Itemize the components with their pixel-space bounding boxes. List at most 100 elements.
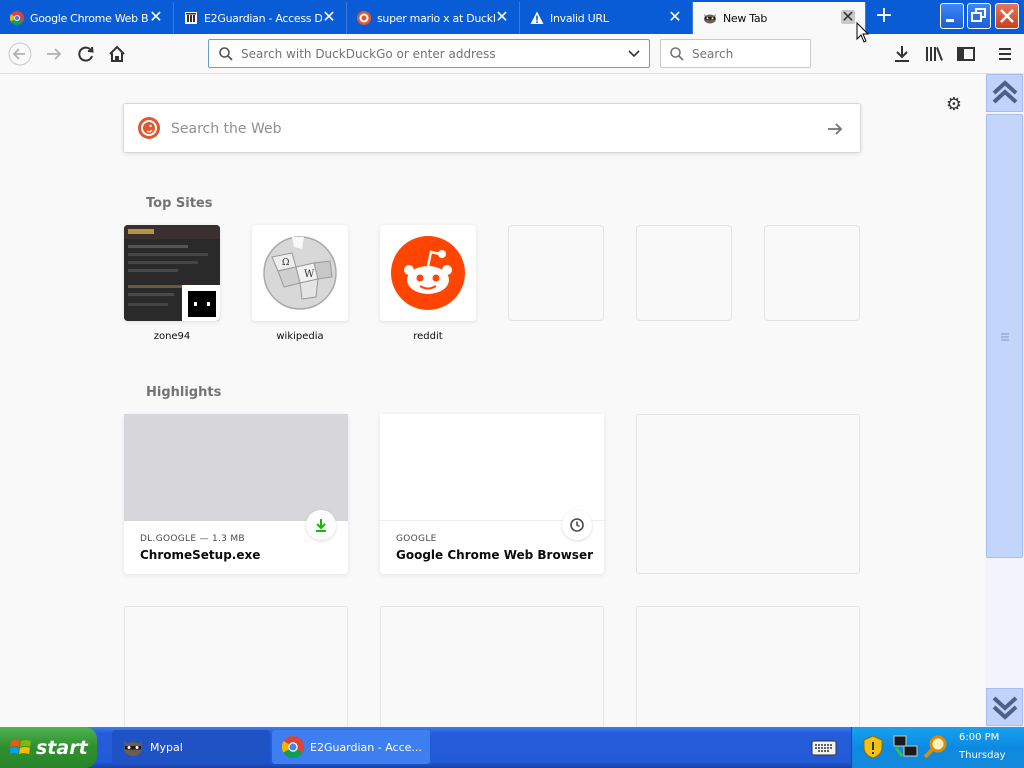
top-site-reddit[interactable] [380,225,476,321]
maximize-button[interactable] [967,3,991,29]
clock-day: Thursday [959,750,1006,761]
scroll-down-button[interactable] [986,688,1023,726]
chrome-icon [10,11,24,25]
downloads-button[interactable] [890,42,914,66]
restore-icon [971,8,986,22]
close-tab-icon[interactable]: ✕ [668,9,682,25]
tab-chrome-web-browser[interactable]: Google Chrome Web Bro ✕ [0,2,174,34]
start-button[interactable]: start [0,727,97,768]
double-chevron-down-icon [992,696,1017,720]
top-site-placeholder [764,225,860,321]
minimize-icon [946,19,954,22]
navigation-toolbar [0,34,1024,74]
clock-icon [570,518,584,532]
minimize-button[interactable] [940,3,964,29]
reload-icon [78,46,94,62]
new-tab-button[interactable]: + [873,5,895,27]
network-computers-icon[interactable] [892,734,920,760]
top-site-label: wikipedia [276,331,324,342]
web-search-input[interactable] [171,119,771,139]
web-search-box[interactable] [123,103,861,153]
taskbar-item-label: E2Guardian - Acce... [310,740,422,754]
home-button[interactable] [105,42,129,66]
highlight-placeholder [380,606,604,727]
close-icon [1000,9,1014,23]
window-close-button[interactable] [995,3,1019,29]
top-sites-heading: Top Sites [146,196,213,211]
mouse-cursor-icon [856,22,870,43]
duckduckgo-icon [357,11,371,25]
raccoon-icon [704,14,716,24]
security-shield-icon[interactable] [862,735,884,759]
back-button[interactable] [8,42,32,66]
top-site-wikipedia[interactable]: Ω W [252,225,348,321]
highlight-card-google-chrome[interactable]: GOOGLE Google Chrome Web Browser [380,414,604,574]
warning-icon [530,11,544,24]
sidebar-button[interactable] [954,42,978,66]
menu-button[interactable] [993,42,1017,66]
history-badge [562,510,592,540]
svg-text:W: W [304,269,315,280]
system-tray: 6:00 PM Thursday [851,727,1024,768]
highlight-preview [380,414,604,521]
taskbar-item-mypal[interactable]: Mypal [112,730,270,764]
zone94-thumbnail-icon [124,225,220,321]
tab-e2guardian[interactable]: E2Guardian - Access Den ✕ [174,2,347,34]
search-bar[interactable] [660,39,811,68]
home-icon [109,45,125,62]
close-tab-icon[interactable]: ✕ [322,9,336,25]
highlight-placeholder [636,606,860,727]
scroll-up-button[interactable] [986,74,1023,112]
tab-strip: Google Chrome Web Bro ✕ E2Guardian - Acc… [0,0,1024,34]
tab-new-tab[interactable]: New Tab ✕ [693,2,866,34]
windows-taskbar: start Mypal E2Guardian - Acce... 6:00 PM… [0,727,1024,768]
building-icon [185,12,197,24]
taskbar-item-label: Mypal [150,740,183,754]
top-site-placeholder [636,225,732,321]
highlight-card-chromesetup[interactable]: DL.GOOGLE — 1.3 MB ChromeSetup.exe [124,414,348,574]
top-site-zone94[interactable] [124,225,220,321]
forward-arrow-icon [47,48,62,60]
reload-button[interactable] [74,42,98,66]
highlight-placeholder [636,414,860,574]
chevron-down-icon[interactable] [627,47,641,61]
wikipedia-globe-icon: Ω W [263,236,337,310]
tab-duckduckgo-search[interactable]: super mario x at DuckDu ✕ [347,2,520,34]
search-input[interactable] [692,46,802,62]
highlight-title: Google Chrome Web Browser [396,548,593,562]
new-tab-page: ⚙ Top Sites zone94 [0,74,985,727]
tab-title: New Tab [723,11,768,25]
chrome-icon [282,736,304,758]
start-label: start [36,736,88,759]
search-icon [670,47,684,61]
hamburger-menu-icon [999,48,1011,60]
reddit-icon [391,236,465,310]
tab-invalid-url[interactable]: Invalid URL ✕ [520,2,693,34]
forward-button[interactable] [42,42,66,66]
taskbar-item-e2guardian[interactable]: E2Guardian - Acce... [272,730,430,764]
highlight-preview [124,414,348,521]
settings-gear-icon[interactable]: ⚙ [944,94,964,115]
highlight-source: GOOGLE [396,534,437,544]
raccoon-icon [124,740,142,756]
top-site-label: zone94 [153,331,191,342]
arrow-right-icon[interactable] [826,120,844,138]
close-tab-icon[interactable]: ✕ [495,9,509,25]
tab-title: Invalid URL [550,11,609,25]
sidebar-icon [957,47,975,61]
scroll-thumb[interactable] [986,114,1023,558]
top-site-label: reddit [413,331,443,342]
download-icon [895,46,909,62]
address-bar[interactable] [208,39,650,68]
magnifier-search-icon[interactable] [922,734,950,760]
clock-time: 6:00 PM [959,732,1000,743]
download-badge [306,510,336,540]
vertical-scrollbar[interactable] [985,74,1024,727]
address-input[interactable] [241,46,621,62]
close-tab-icon[interactable]: ✕ [841,9,855,25]
library-button[interactable] [922,42,946,66]
tab-title: super mario x at DuckDu [377,11,495,25]
tab-title: E2Guardian - Access Den [204,11,322,25]
keyboard-icon[interactable] [810,736,838,758]
close-tab-icon[interactable]: ✕ [149,9,163,25]
